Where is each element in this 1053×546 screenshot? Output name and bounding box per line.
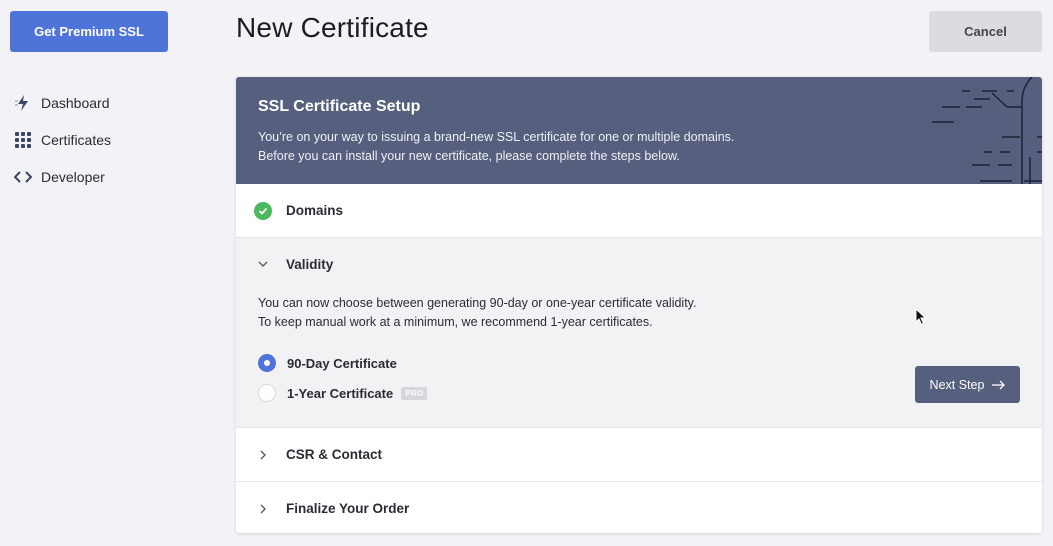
cancel-button[interactable]: Cancel [929, 11, 1042, 52]
step-csr-contact[interactable]: CSR & Contact [236, 428, 1042, 482]
arrow-right-icon [992, 380, 1006, 389]
code-icon [12, 168, 34, 186]
sidebar-item-label: Dashboard [41, 94, 110, 111]
sidebar-item-label: Certificates [41, 131, 112, 148]
check-circle-icon [254, 201, 272, 220]
validity-desc-line-2: To keep manual work at a minimum, we rec… [258, 315, 653, 329]
step-finalize-row[interactable]: Finalize Your Order [236, 482, 1042, 533]
pro-badge: PRO [401, 386, 428, 400]
step-csr-row[interactable]: CSR & Contact [236, 428, 1042, 481]
chevron-right-icon [254, 450, 272, 460]
sidebar-item-label: Developer [41, 168, 105, 185]
option-90-day[interactable]: 90-Day Certificate [258, 348, 1020, 378]
step-domains-row[interactable]: Domains [236, 184, 1042, 237]
next-step-label: Next Step [929, 377, 985, 392]
step-finalize[interactable]: Finalize Your Order [236, 482, 1042, 533]
option-label: 90-Day Certificate [287, 355, 397, 371]
header-decoration-icon [932, 77, 1042, 184]
step-label: Finalize Your Order [286, 501, 410, 516]
step-label: Validity [286, 256, 334, 272]
step-validity-row[interactable]: Validity [236, 238, 1042, 290]
next-step-button[interactable]: Next Step [915, 366, 1020, 403]
sidebar-item-developer[interactable]: Developer [12, 158, 172, 195]
radio-unselected[interactable] [258, 384, 276, 402]
chevron-down-icon [254, 261, 272, 267]
grid-icon [12, 131, 34, 149]
page-title: New Certificate [236, 12, 429, 43]
validity-description: You can now choose between generating 90… [258, 294, 1020, 332]
get-premium-ssl-button[interactable]: Get Premium SSL [10, 11, 168, 52]
step-validity: Validity You can now choose between gene… [236, 238, 1042, 428]
step-label: Domains [286, 203, 344, 218]
step-label: CSR & Contact [286, 447, 383, 462]
option-1-year[interactable]: 1-Year Certificate PRO [258, 378, 1020, 408]
sidebar-item-certificates[interactable]: Certificates [12, 121, 172, 158]
validity-desc-line-1: You can now choose between generating 90… [258, 296, 697, 310]
sidebar-nav: Dashboard Certificates Developer [12, 84, 172, 195]
lightning-icon [12, 94, 34, 112]
card-header: SSL Certificate Setup You’re on your way… [236, 77, 1042, 184]
step-domains[interactable]: Domains [236, 184, 1042, 238]
option-label: 1-Year Certificate [287, 385, 394, 401]
chevron-right-icon [254, 504, 272, 514]
mouse-cursor-icon [915, 308, 927, 326]
sidebar-item-dashboard[interactable]: Dashboard [12, 84, 172, 121]
certificate-setup-card: SSL Certificate Setup You’re on your way… [236, 77, 1042, 533]
radio-selected[interactable] [258, 354, 276, 372]
